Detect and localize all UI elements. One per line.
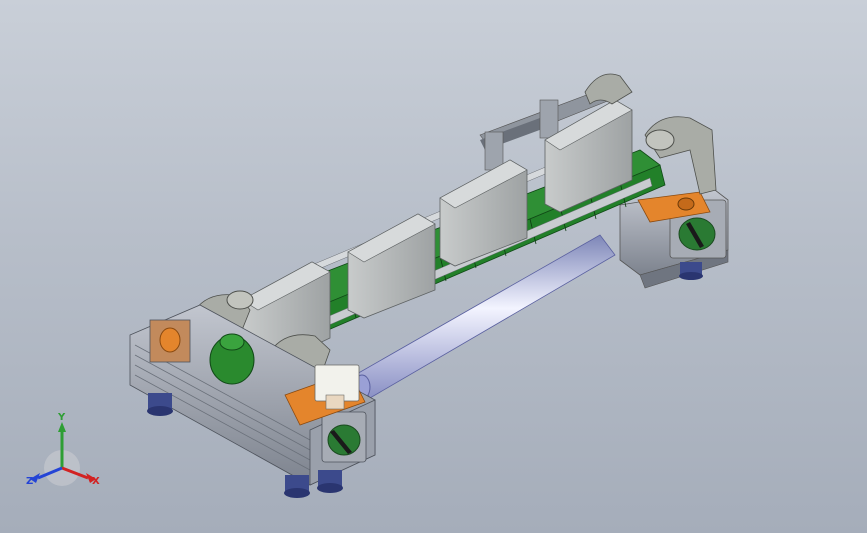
z-axis-label: Z [26,476,34,487]
cover-block[interactable] [347,213,436,319]
foot[interactable] [147,393,173,416]
foot[interactable] [317,470,343,493]
x-axis-label: X [92,476,100,487]
clamp[interactable] [584,73,633,105]
cad-model[interactable] [0,0,867,533]
foot[interactable] [284,475,310,498]
graphics-viewport[interactable]: Y X Z [0,0,867,533]
y-axis-label: Y [58,412,66,423]
back-end-frame[interactable] [619,189,729,289]
orientation-triad: Y X Z [22,412,112,498]
